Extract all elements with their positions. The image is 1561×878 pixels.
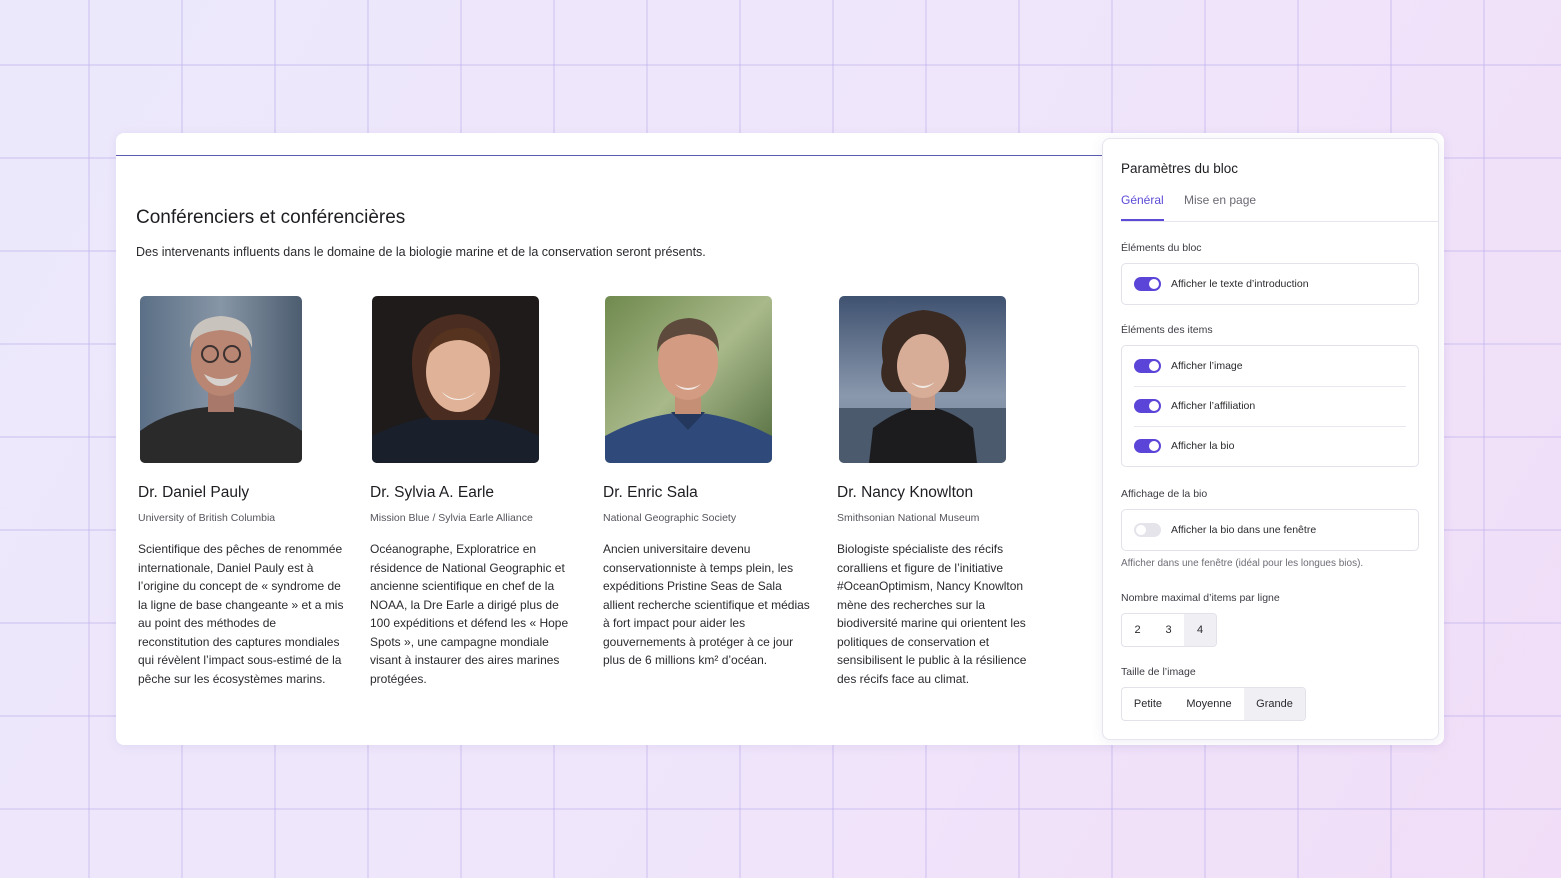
speaker-name: Dr. Daniel Pauly bbox=[138, 484, 250, 501]
toggle-label: Afficher le texte d’introduction bbox=[1171, 278, 1309, 290]
image-size-small[interactable]: Petite bbox=[1122, 688, 1174, 720]
toggle-row-intro-text[interactable]: Afficher le texte d’introduction bbox=[1122, 264, 1418, 304]
speaker-card: Dr. Enric Sala National Geographic Socie… bbox=[603, 296, 820, 670]
speaker-affiliation: University of British Columbia bbox=[138, 512, 276, 524]
toggle-row-bio-modal[interactable]: Afficher la bio dans une fenêtre bbox=[1122, 510, 1418, 550]
max-items-option-3[interactable]: 3 bbox=[1153, 614, 1184, 646]
intro-text-toggle[interactable] bbox=[1134, 277, 1161, 291]
affiliation-toggle[interactable] bbox=[1134, 399, 1161, 413]
toggle-row-image[interactable]: Afficher l’image bbox=[1122, 346, 1418, 386]
portrait-image bbox=[605, 296, 772, 463]
image-size-medium[interactable]: Moyenne bbox=[1174, 688, 1244, 720]
speaker-affiliation: National Geographic Society bbox=[603, 512, 737, 524]
speaker-card: Dr. Daniel Pauly University of British C… bbox=[138, 296, 355, 688]
bio-modal-toggle[interactable] bbox=[1134, 523, 1161, 537]
bio-display-helper: Afficher dans une fenêtre (idéal pour le… bbox=[1121, 558, 1364, 569]
block-elements-box: Afficher le texte d’introduction bbox=[1121, 263, 1419, 305]
portrait-image bbox=[372, 296, 539, 463]
block-elements-label: Éléments du bloc bbox=[1121, 242, 1202, 254]
block-intro: Des intervenants influents dans le domai… bbox=[136, 245, 706, 259]
speaker-affiliation: Smithsonian National Museum bbox=[837, 512, 980, 524]
speaker-photo bbox=[372, 296, 539, 463]
toggle-label: Afficher l’image bbox=[1171, 360, 1243, 372]
max-items-option-4[interactable]: 4 bbox=[1184, 614, 1216, 646]
speaker-name: Dr. Sylvia A. Earle bbox=[370, 484, 495, 501]
speaker-photo bbox=[140, 296, 302, 463]
portrait-image bbox=[839, 296, 1006, 463]
toggle-label: Afficher la bio dans une fenêtre bbox=[1171, 524, 1317, 536]
speaker-photo bbox=[839, 296, 1006, 463]
toggle-label: Afficher l’affiliation bbox=[1171, 400, 1256, 412]
max-items-label: Nombre maximal d’items par ligne bbox=[1121, 592, 1280, 604]
speaker-card: Dr. Sylvia A. Earle Mission Blue / Sylvi… bbox=[370, 296, 587, 688]
toggle-row-affiliation[interactable]: Afficher l’affiliation bbox=[1122, 386, 1418, 426]
settings-tabs: Général Mise en page bbox=[1121, 193, 1438, 222]
max-items-option-2[interactable]: 2 bbox=[1122, 614, 1153, 646]
image-size-label: Taille de l’image bbox=[1121, 666, 1196, 678]
max-items-selector: 2 3 4 bbox=[1121, 613, 1217, 647]
speaker-bio: Ancien universitaire devenu conservation… bbox=[603, 542, 810, 667]
bio-display-box: Afficher la bio dans une fenêtre bbox=[1121, 509, 1419, 551]
toggle-label: Afficher la bio bbox=[1171, 440, 1235, 452]
bio-display-label: Affichage de la bio bbox=[1121, 488, 1208, 500]
speaker-bio: Océanographe, Exploratrice en résidence … bbox=[370, 542, 569, 686]
speaker-bio: Biologiste spécialiste des récifs corall… bbox=[837, 542, 1027, 686]
speaker-affiliation: Mission Blue / Sylvia Earle Alliance bbox=[370, 512, 533, 524]
portrait-image bbox=[140, 296, 302, 463]
image-size-large[interactable]: Grande bbox=[1244, 688, 1305, 720]
block-top-divider bbox=[116, 155, 1104, 156]
panel-title: Paramètres du bloc bbox=[1121, 161, 1239, 176]
tab-layout[interactable]: Mise en page bbox=[1184, 193, 1256, 219]
item-elements-label: Éléments des items bbox=[1121, 324, 1213, 336]
bio-toggle[interactable] bbox=[1134, 439, 1161, 453]
tab-general[interactable]: Général bbox=[1121, 193, 1164, 221]
speaker-name: Dr. Nancy Knowlton bbox=[837, 484, 974, 501]
block-settings-panel: Paramètres du bloc Général Mise en page … bbox=[1102, 138, 1439, 740]
toggle-row-bio[interactable]: Afficher la bio bbox=[1122, 426, 1418, 466]
speaker-photo bbox=[605, 296, 772, 463]
block-title: Conférenciers et conférencières bbox=[136, 207, 406, 228]
image-size-selector: Petite Moyenne Grande bbox=[1121, 687, 1306, 721]
image-toggle[interactable] bbox=[1134, 359, 1161, 373]
speaker-bio: Scientifique des pêches de renommée inte… bbox=[138, 542, 344, 686]
item-elements-box: Afficher l’image Afficher l’affiliation … bbox=[1121, 345, 1419, 467]
speaker-name: Dr. Enric Sala bbox=[603, 484, 698, 501]
speaker-card: Dr. Nancy Knowlton Smithsonian National … bbox=[837, 296, 1054, 688]
